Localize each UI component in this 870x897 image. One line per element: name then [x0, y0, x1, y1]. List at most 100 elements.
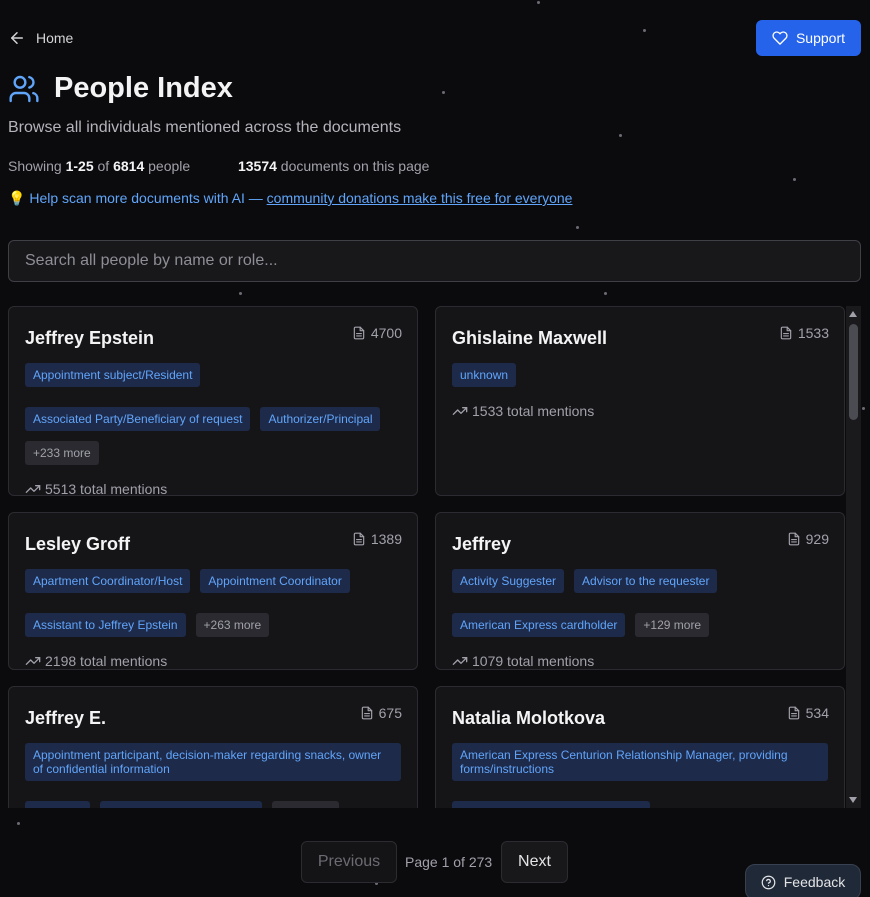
help-text: Help scan more documents with AI — — [29, 190, 263, 206]
document-count: 929 — [787, 531, 829, 547]
support-button[interactable]: Support — [756, 20, 861, 56]
role-tag[interactable]: Authorizer/Principal — [260, 407, 381, 431]
page-title: People Index — [54, 72, 233, 104]
person-name: Jeffrey E. — [25, 708, 107, 728]
home-link[interactable]: Home — [8, 20, 73, 56]
person-card[interactable]: Jeffrey Epstein 4700 Appointment subject/R… — [8, 306, 418, 497]
role-tag[interactable]: Appointment Coordinator — [200, 569, 350, 593]
file-icon — [780, 326, 792, 340]
mentions-text: 2198 total mentions — [45, 653, 168, 669]
search-input[interactable] — [8, 240, 861, 282]
background-star — [619, 134, 622, 137]
stats-showing: Showing — [8, 158, 62, 174]
role-tags: American Express Centurion Relationship … — [452, 743, 828, 808]
stats-documents-count: 13574 — [237, 158, 277, 174]
file-icon — [361, 706, 372, 720]
file-icon — [353, 326, 365, 340]
background-star — [442, 91, 445, 94]
role-tag[interactable]: Approver of ticket purchase — [99, 801, 262, 808]
scrollbar[interactable] — [846, 306, 861, 808]
role-tags: Appointment subject/Resident Associated P… — [25, 363, 401, 465]
person-name: Lesley Groff — [25, 534, 131, 554]
heart-icon — [772, 31, 788, 45]
person-card[interactable]: Jeffrey 929 Activity Suggester Advisor to t… — [435, 512, 845, 670]
stats-of: of — [97, 158, 110, 174]
trending-up-icon — [452, 407, 468, 415]
role-tags: Activity Suggester Advisor to the request… — [452, 569, 828, 637]
background-star — [576, 226, 579, 229]
page-info: Page 1 of 273 — [405, 854, 493, 870]
scrollbar-thumb[interactable] — [849, 324, 858, 420]
file-icon — [788, 532, 799, 546]
role-tag[interactable]: Approver — [25, 801, 90, 808]
role-tag[interactable]: Assistant to Jeffrey Epstein — [25, 613, 186, 637]
mentions-count: 1079 total mentions — [452, 653, 828, 669]
mentions-text: 1079 total mentions — [472, 653, 595, 669]
trending-up-icon — [452, 657, 468, 665]
more-roles-badge[interactable]: +263 more — [195, 613, 270, 637]
support-label: Support — [795, 30, 846, 46]
arrow-left-icon — [11, 32, 23, 44]
file-icon — [788, 706, 799, 720]
role-tag[interactable]: unknown — [452, 363, 517, 387]
role-tag[interactable]: Activity Suggester — [452, 569, 565, 593]
role-tag[interactable]: Apartment Coordinator/Host — [25, 569, 191, 593]
person-card[interactable]: Natalia Molotkova 534 American Express Cen… — [435, 686, 845, 808]
stats-documents-label: documents on this page — [280, 158, 430, 174]
users-icon — [9, 75, 39, 102]
page-header: People Index — [8, 72, 233, 105]
person-card[interactable]: Lesley Groff 1389 Apartment Coordinator/Ho… — [8, 512, 418, 670]
more-roles-badge[interactable]: +233 more — [25, 441, 99, 465]
role-tag[interactable]: American Express Centurion Relationship … — [452, 743, 828, 781]
more-roles-badge[interactable]: +129 more — [635, 613, 710, 637]
document-count-value: 4700 — [370, 325, 402, 341]
role-tags: Apartment Coordinator/Host Appointment Co… — [25, 569, 401, 637]
person-card[interactable]: Jeffrey E. 675 Appointment participant, de… — [8, 686, 418, 808]
pagination: Previous Page 1 of 273 Next — [0, 841, 870, 883]
document-count-value: 1533 — [797, 325, 829, 341]
scroll-down-icon[interactable] — [849, 797, 857, 803]
people-grid: Jeffrey Epstein 4700 Appointment subject/R… — [0, 306, 862, 808]
more-roles-badge[interactable]: +78 more — [271, 801, 339, 808]
role-tag[interactable]: Associated Party/Beneficiary of request — [25, 407, 251, 431]
person-name: Ghislaine Maxwell — [452, 328, 608, 348]
stats-total: 6814 — [113, 158, 145, 174]
person-name: Jeffrey — [452, 534, 512, 554]
trending-up-icon — [25, 657, 41, 665]
file-icon — [353, 532, 365, 546]
background-star — [862, 407, 865, 410]
role-tags: Appointment participant, decision-maker … — [25, 743, 401, 808]
person-name: Jeffrey Epstein — [25, 328, 155, 348]
background-star — [239, 292, 242, 295]
background-star — [604, 292, 607, 295]
top-bar: Home Support — [8, 20, 861, 56]
document-count: 675 — [360, 705, 402, 721]
background-star — [17, 822, 20, 825]
person-name: Natalia Molotkova — [452, 708, 606, 728]
scroll-up-icon[interactable] — [849, 311, 857, 317]
results-stats: Showing 1-25 of 6814 people 13574 docume… — [8, 158, 429, 174]
background-star — [537, 1, 540, 4]
donation-link[interactable]: community donations make this free for e… — [267, 190, 573, 206]
lightbulb-icon: 💡 — [8, 190, 26, 206]
role-tag[interactable]: Appointment participant, decision-maker … — [25, 743, 401, 781]
role-tag[interactable]: American Express cardholder — [452, 613, 626, 637]
document-count-value: 675 — [378, 705, 402, 721]
background-star — [793, 178, 796, 181]
mentions-text: 1533 total mentions — [472, 403, 595, 419]
role-tag[interactable]: Advisor to the requester — [574, 569, 718, 593]
home-label: Home — [36, 30, 74, 46]
feedback-button[interactable]: Feedback — [745, 864, 861, 897]
role-tag[interactable]: Centurion Relations / Travel Agent — [452, 801, 651, 808]
page-subtitle: Browse all individuals mentioned across … — [8, 119, 402, 136]
document-count: 1533 — [779, 325, 829, 341]
role-tag[interactable]: Appointment subject/Resident — [25, 363, 201, 387]
person-card[interactable]: Ghislaine Maxwell 1533 unknown 1533 total m… — [435, 306, 845, 496]
feedback-label: Feedback — [783, 874, 846, 890]
mentions-count: 1533 total mentions — [452, 403, 828, 419]
document-count: 1389 — [352, 531, 402, 547]
mentions-count: 5513 total mentions — [25, 481, 401, 497]
next-button[interactable]: Next — [501, 841, 568, 883]
document-count-value: 929 — [805, 531, 829, 547]
previous-button[interactable]: Previous — [301, 841, 397, 883]
